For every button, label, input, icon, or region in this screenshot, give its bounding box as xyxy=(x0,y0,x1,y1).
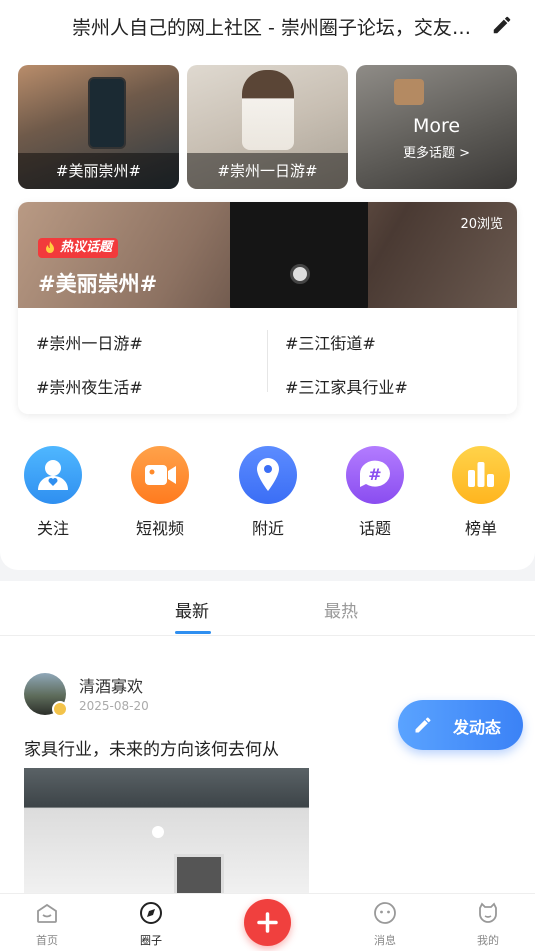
app-page: 崇州人自己的网上社区 - 崇州圈子论坛，交友、美食、旅游、生活信息分享 #美丽崇… xyxy=(0,0,535,951)
topic-link[interactable]: #崇州一日游# xyxy=(36,330,143,354)
active-tab-indicator xyxy=(175,631,211,634)
hashtag-icon: # xyxy=(346,446,404,504)
verified-icon xyxy=(52,701,68,717)
nav-messages[interactable]: 消息 xyxy=(355,900,415,948)
topic-link[interactable]: #崇州夜生活# xyxy=(36,374,143,398)
post-image[interactable] xyxy=(24,768,309,898)
action-label: 榜单 xyxy=(464,519,497,538)
action-ranking[interactable]: 榜单 xyxy=(436,446,526,539)
follow-icon xyxy=(24,446,82,504)
post-author[interactable]: 清酒寡欢 xyxy=(79,673,143,697)
action-nearby[interactable]: 附近 xyxy=(223,446,313,539)
compass-icon xyxy=(140,902,162,924)
tile-photo-phone xyxy=(88,77,126,149)
hot-badge-label: 热议话题 xyxy=(60,240,113,255)
ranking-icon xyxy=(452,446,510,504)
action-label: 附近 xyxy=(251,519,284,538)
plus-icon xyxy=(257,912,278,933)
hot-topic-views: 20浏览 xyxy=(460,217,503,232)
nav-label: 首页 xyxy=(36,934,58,947)
home-icon xyxy=(37,903,57,923)
more-title: More xyxy=(412,115,461,137)
action-label: 关注 xyxy=(36,519,69,538)
nav-home[interactable]: 首页 xyxy=(17,900,77,948)
svg-text:#: # xyxy=(368,465,381,484)
message-icon xyxy=(374,902,396,924)
post-new-button[interactable]: 发动态 xyxy=(398,700,523,750)
topic-tile-caption: #崇州一日游# xyxy=(187,153,348,189)
nav-create[interactable] xyxy=(244,899,291,946)
discover-panel: #美丽崇州# #崇州一日游# More 更多话题 > 热议话题 #美丽崇州# 2… xyxy=(0,52,535,570)
video-icon xyxy=(131,446,189,504)
action-label: 话题 xyxy=(358,519,391,538)
hot-badge: 热议话题 xyxy=(38,238,119,258)
more-topics-link[interactable]: 更多话题 > xyxy=(356,142,517,161)
action-label: 短视频 xyxy=(135,519,184,538)
top-bar: 崇州人自己的网上社区 - 崇州圈子论坛，交友、美食、旅游、生活信息分享 xyxy=(0,0,535,52)
divider xyxy=(267,330,268,392)
tab-latest[interactable]: 最新 xyxy=(175,597,209,622)
nav-circle[interactable]: 圈子 xyxy=(121,900,181,948)
topic-link[interactable]: #三江家具行业# xyxy=(285,374,408,398)
nav-label: 圈子 xyxy=(140,934,162,947)
action-short-video[interactable]: 短视频 xyxy=(115,446,205,539)
post-new-label: 发动态 xyxy=(453,718,502,737)
hot-topic-banner[interactable]: 热议话题 #美丽崇州# 20浏览 xyxy=(18,202,517,308)
topic-tile-caption: #美丽崇州# xyxy=(18,153,179,189)
action-topics[interactable]: # 话题 xyxy=(330,446,420,539)
nav-label: 消息 xyxy=(374,934,396,947)
flame-icon xyxy=(46,241,54,253)
avatar[interactable] xyxy=(24,673,68,717)
quick-actions: 关注 短视频 附近 # 话题 榜单 xyxy=(0,446,535,546)
page-title: 崇州人自己的网上社区 - 崇州圈子论坛，交友、美食、旅游、生活信息分享 xyxy=(72,17,472,39)
location-icon xyxy=(239,446,297,504)
post-text[interactable]: 家具行业，未来的方向该何去何从 xyxy=(24,735,279,760)
pencil-icon xyxy=(415,717,431,733)
post-date: 2025-08-20 xyxy=(79,699,149,713)
tile-photo-person xyxy=(242,70,294,150)
tab-hottest[interactable]: 最热 xyxy=(324,597,358,622)
more-topics-tile[interactable]: More 更多话题 > xyxy=(356,65,517,189)
topic-tiles: #美丽崇州# #崇州一日游# More 更多话题 > xyxy=(18,65,517,189)
edit-icon[interactable] xyxy=(491,14,513,36)
topic-link[interactable]: #三江街道# xyxy=(285,330,376,354)
bottom-nav: 首页 圈子 消息 我的 xyxy=(0,893,535,951)
feed-tabs: 最新 最热 xyxy=(0,581,535,636)
tile-photo-cup xyxy=(394,79,424,105)
banner-photo-phone xyxy=(230,202,368,308)
nav-label: 我的 xyxy=(477,934,499,947)
hot-topic-title: #美丽崇州# xyxy=(38,272,158,296)
topic-tile[interactable]: #崇州一日游# xyxy=(187,65,348,189)
action-follow[interactable]: 关注 xyxy=(8,446,98,539)
hot-topic-card: 热议话题 #美丽崇州# 20浏览 #崇州一日游# #三江街道# #崇州夜生活# … xyxy=(18,202,517,414)
topic-list: #崇州一日游# #三江街道# #崇州夜生活# #三江家具行业# xyxy=(18,308,517,414)
topic-tile[interactable]: #美丽崇州# xyxy=(18,65,179,189)
profile-icon xyxy=(479,902,497,923)
nav-profile[interactable]: 我的 xyxy=(458,900,518,948)
